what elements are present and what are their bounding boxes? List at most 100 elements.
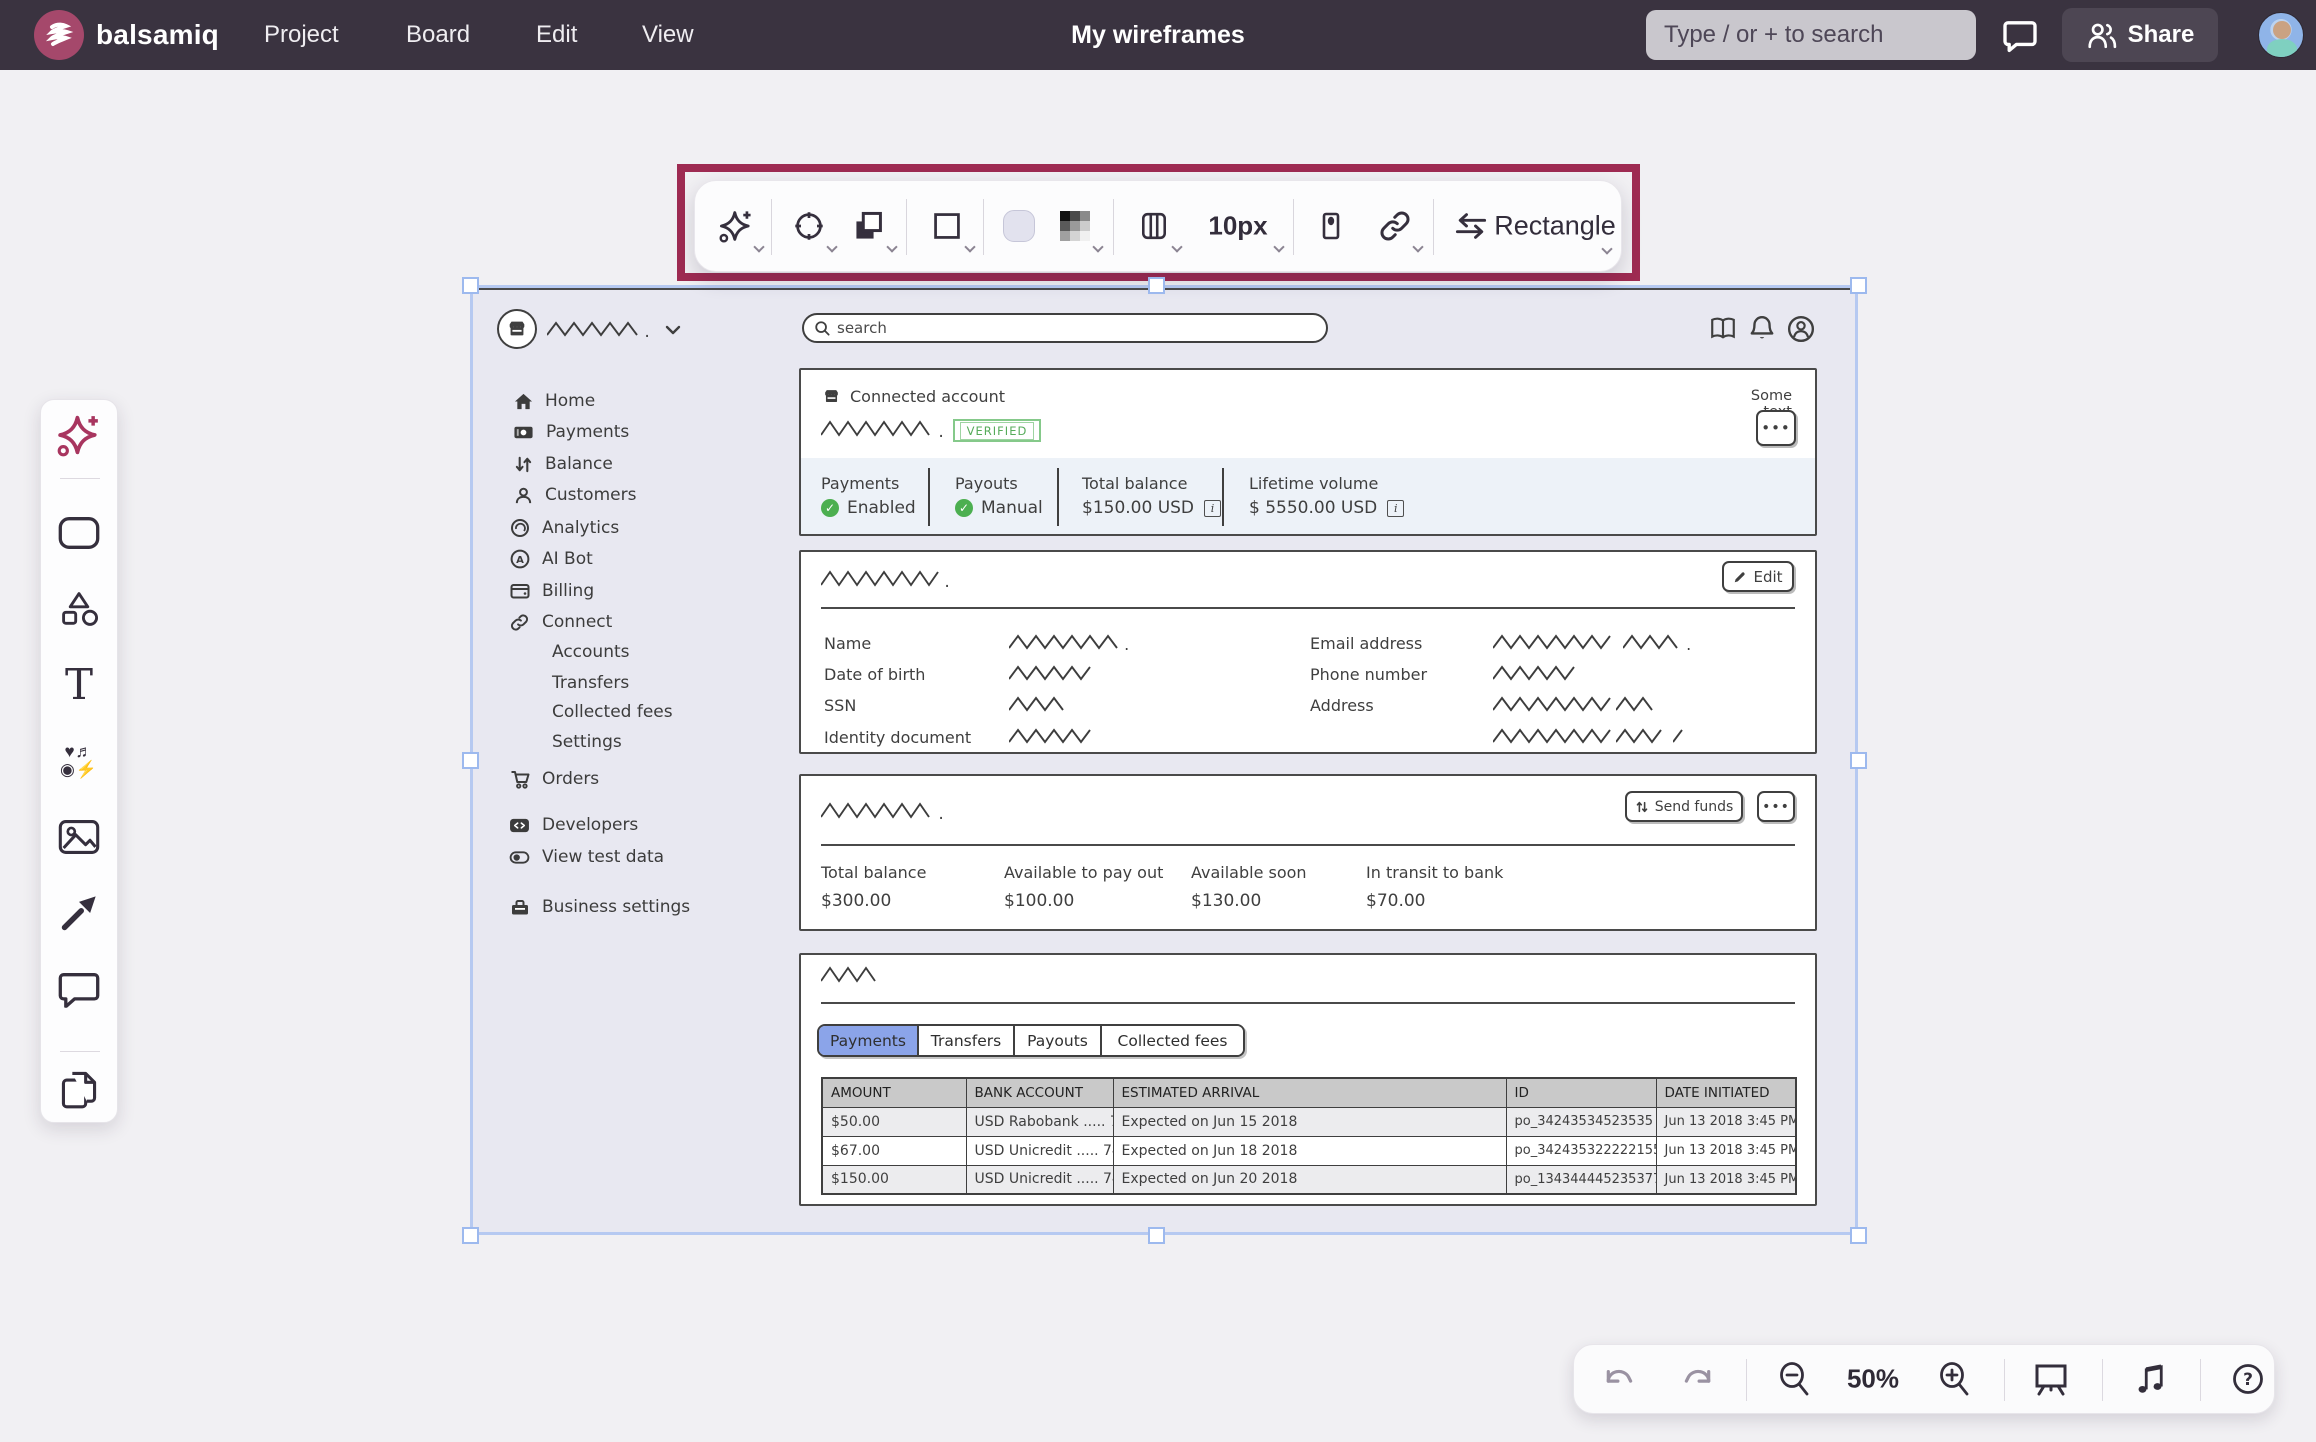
- info-icon[interactable]: i: [1387, 500, 1404, 517]
- wf-workspace-name[interactable]: .: [547, 320, 681, 342]
- global-search-input[interactable]: [1646, 10, 1976, 60]
- undo-button[interactable]: [1603, 1365, 1637, 1393]
- target-button[interactable]: [793, 210, 825, 242]
- zoom-level[interactable]: 50%: [1847, 1364, 1899, 1395]
- avatar[interactable]: [2258, 12, 2304, 58]
- ai-sparkle-tool[interactable]: [57, 413, 101, 457]
- wf-field-value: .: [1009, 634, 1129, 654]
- divider: [1746, 1359, 1747, 1401]
- chevron-down-icon[interactable]: [665, 320, 681, 339]
- chevron-down-icon[interactable]: [1601, 243, 1612, 254]
- menu-view[interactable]: View: [642, 0, 694, 70]
- menu-edit[interactable]: Edit: [536, 0, 577, 70]
- wf-logo-icon[interactable]: [497, 309, 537, 349]
- wf-nav-orders[interactable]: Orders: [510, 765, 599, 793]
- table-row[interactable]: $150.00 USD Unicredit ..... 7412 Expecte…: [822, 1165, 1796, 1194]
- text-tool[interactable]: T: [65, 664, 93, 706]
- wf-nav-collected-fees[interactable]: Collected fees: [552, 698, 673, 726]
- wireframe-canvas[interactable]: . search Home Payments Balance Customers…: [473, 288, 1855, 1232]
- table-row[interactable]: $50.00 USD Rabobank ..... 741 Expected o…: [822, 1107, 1796, 1136]
- selection-handle-w[interactable]: [462, 752, 479, 769]
- book-icon[interactable]: [1709, 316, 1737, 344]
- duplicate-tool[interactable]: [59, 1069, 99, 1109]
- wf-send-funds-button[interactable]: Send funds: [1625, 791, 1743, 822]
- wf-search-input[interactable]: search: [802, 313, 1328, 343]
- wf-tab-collected-fees[interactable]: Collected fees: [1102, 1026, 1243, 1055]
- table-row[interactable]: $67.00 USD Unicredit ..... 7412 Expected…: [822, 1136, 1796, 1165]
- wf-nav-customers[interactable]: Customers: [514, 481, 636, 509]
- selection-handle-s[interactable]: [1148, 1227, 1165, 1244]
- selection-handle-sw[interactable]: [462, 1227, 479, 1244]
- rectangle-shape-button[interactable]: [931, 210, 963, 242]
- menu-project[interactable]: Project: [264, 0, 339, 70]
- assets-tool[interactable]: ♥♬◉⚡: [60, 743, 98, 779]
- chevron-down-icon[interactable]: [753, 241, 764, 252]
- chevron-down-icon[interactable]: [826, 241, 837, 252]
- wf-tab-transfers[interactable]: Transfers: [919, 1026, 1015, 1055]
- zoom-out-button[interactable]: [1778, 1362, 1810, 1396]
- wf-nav-ai-bot[interactable]: AI Bot: [510, 545, 593, 573]
- chevron-down-icon[interactable]: [964, 241, 975, 252]
- wf-nav-home[interactable]: Home: [514, 387, 595, 415]
- selection-handle-se[interactable]: [1850, 1227, 1867, 1244]
- share-button[interactable]: Share: [2062, 8, 2218, 62]
- wf-nav-analytics[interactable]: Analytics: [510, 514, 619, 542]
- selection-handle-nw[interactable]: [462, 277, 479, 294]
- wf-more-button[interactable]: •••: [1756, 410, 1796, 446]
- comment-tool[interactable]: [57, 970, 101, 1008]
- link-button[interactable]: [1379, 210, 1411, 242]
- wf-more-button[interactable]: •••: [1757, 791, 1795, 822]
- account-icon[interactable]: [1787, 315, 1815, 347]
- check-icon: ✓: [955, 499, 973, 517]
- chevron-down-icon[interactable]: [886, 241, 897, 252]
- chevron-down-icon[interactable]: [1171, 241, 1182, 252]
- music-button[interactable]: [2135, 1363, 2165, 1395]
- wf-nav-accounts[interactable]: Accounts: [552, 638, 630, 666]
- brand[interactable]: balsamiq: [34, 10, 219, 60]
- wf-account-name: .: [821, 420, 944, 442]
- divider: [1113, 199, 1114, 255]
- wf-nav-balance[interactable]: Balance: [514, 450, 613, 478]
- divider: [1293, 199, 1294, 255]
- wf-nav-business-settings[interactable]: Business settings: [510, 893, 690, 921]
- opacity-gradient-button[interactable]: [1060, 211, 1090, 241]
- chevron-down-icon[interactable]: [1412, 241, 1423, 252]
- bell-icon[interactable]: [1749, 314, 1775, 346]
- wf-stat-value: $130.00: [1191, 891, 1261, 911]
- wf-nav-settings[interactable]: Settings: [552, 728, 622, 756]
- wf-nav-view-test-data[interactable]: View test data: [509, 843, 664, 871]
- wf-nav-developers[interactable]: Developers: [509, 811, 638, 839]
- control-type-label[interactable]: Rectangle: [1494, 211, 1616, 242]
- wf-nav-transfers[interactable]: Transfers: [552, 669, 629, 697]
- wf-nav-payments[interactable]: Payments: [513, 418, 629, 446]
- wf-edit-button[interactable]: Edit: [1722, 561, 1794, 592]
- chevron-down-icon[interactable]: [1092, 241, 1103, 252]
- fill-swatch-button[interactable]: [1003, 210, 1035, 242]
- selection-handle-ne[interactable]: [1850, 277, 1867, 294]
- zoom-in-button[interactable]: [1938, 1362, 1970, 1396]
- wf-tab-payments[interactable]: Payments: [819, 1026, 919, 1055]
- chevron-down-icon[interactable]: [1273, 241, 1284, 252]
- rectangle-tool[interactable]: [57, 514, 101, 552]
- marker-button[interactable]: [1317, 210, 1345, 242]
- wf-nav-billing[interactable]: Billing: [510, 577, 594, 605]
- shapes-tool[interactable]: [57, 590, 101, 628]
- wf-nav-connect[interactable]: Connect: [509, 608, 612, 636]
- chat-icon[interactable]: [2002, 18, 2040, 54]
- wf-tab-payouts[interactable]: Payouts: [1015, 1026, 1102, 1055]
- image-tool[interactable]: [57, 818, 101, 856]
- present-button[interactable]: [2033, 1362, 2069, 1396]
- swap-control-icon[interactable]: [1454, 212, 1488, 240]
- redo-button[interactable]: [1680, 1365, 1714, 1393]
- layers-button[interactable]: [853, 210, 885, 242]
- left-tool-palette: T ♥♬◉⚡: [40, 399, 118, 1123]
- selection-handle-n[interactable]: [1148, 277, 1165, 294]
- columns-button[interactable]: [1139, 210, 1169, 242]
- selection-handle-e[interactable]: [1850, 752, 1867, 769]
- menu-board[interactable]: Board: [406, 0, 470, 70]
- arrow-tool[interactable]: [59, 893, 99, 933]
- ai-sparkle-button[interactable]: [719, 209, 753, 243]
- help-button[interactable]: [2231, 1362, 2265, 1396]
- info-icon[interactable]: i: [1204, 500, 1221, 517]
- grid-size-value[interactable]: 10px: [1208, 211, 1267, 242]
